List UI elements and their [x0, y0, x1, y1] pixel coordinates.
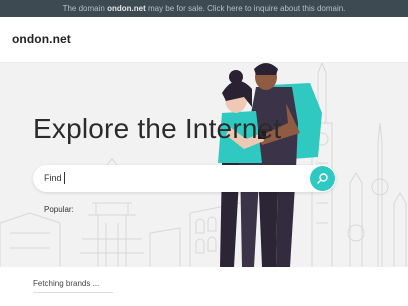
search-input-label: Find: [44, 173, 62, 183]
text-caret: [64, 172, 65, 184]
search-icon: [317, 173, 328, 184]
banner-domain: ondon.net: [107, 4, 146, 13]
search-button[interactable]: [310, 166, 335, 191]
hero-headline: Explore the Internet: [33, 113, 282, 144]
fetching-brands-status: Fetching brands ...: [33, 279, 100, 288]
banner-suffix: may be for sale. Click here to inquire a…: [147, 4, 346, 13]
footer-divider: [33, 292, 113, 293]
domain-sale-banner[interactable]: The domain ondon.net may be for sale. Cl…: [0, 0, 408, 17]
search-box[interactable]: Find: [33, 165, 336, 192]
hero-section: Explore the Internet Find Popular:: [0, 63, 408, 267]
banner-prefix: The domain: [62, 4, 105, 13]
popular-label: Popular:: [44, 205, 74, 214]
site-header: ondon.net: [0, 17, 408, 63]
site-logo[interactable]: ondon.net: [12, 32, 71, 46]
